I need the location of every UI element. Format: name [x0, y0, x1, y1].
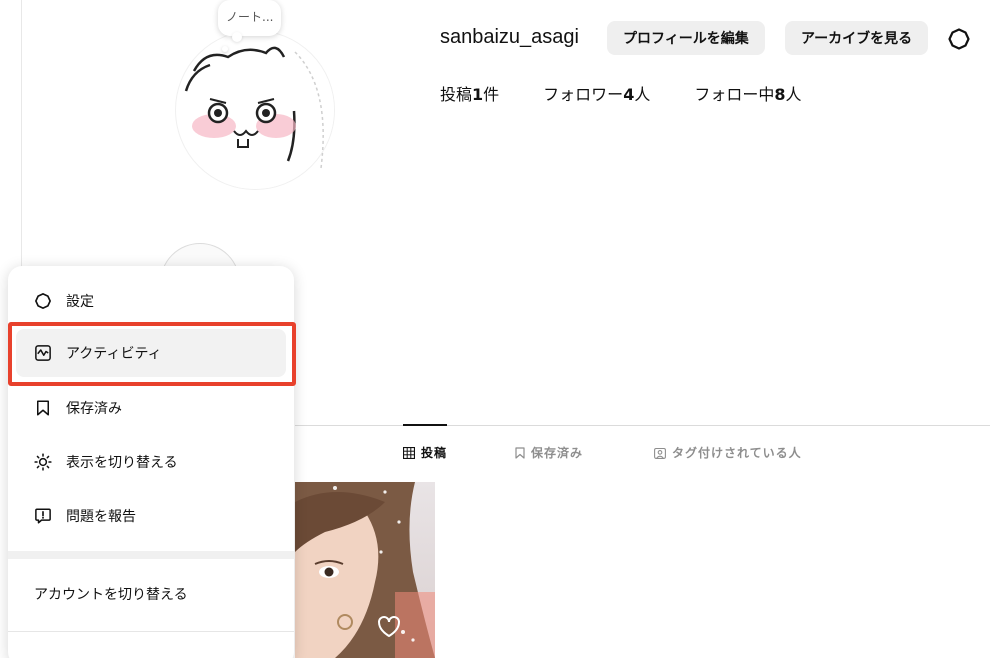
- tab-saved[interactable]: 保存済み: [515, 444, 583, 461]
- menu-separator: [8, 551, 294, 559]
- tab-posts-label: 投稿: [421, 446, 448, 460]
- avatar-ring-decoration: [294, 51, 324, 169]
- more-options-menu: 設定 アクティビティ 保存済み 表示を切り替える 問題を報告 アカウントを切り替…: [8, 266, 294, 658]
- menu-item-label: 設定: [66, 294, 94, 310]
- menu-item-activity[interactable]: アクティビティ: [16, 329, 286, 377]
- view-archive-button[interactable]: アーカイブを見る: [785, 21, 929, 55]
- activity-icon: [35, 345, 51, 361]
- bookmark-icon: [37, 400, 49, 416]
- profile-stats: 投稿1件 フォロワー4人 フォロー中8人: [440, 81, 802, 105]
- grid-icon: [403, 446, 415, 459]
- active-tab-indicator: [403, 424, 447, 426]
- gear-icon: [35, 293, 51, 309]
- tab-saved-label: 保存済み: [531, 446, 584, 460]
- tab-divider: [295, 425, 990, 426]
- menu-item-switch-account[interactable]: アカウントを切り替える: [16, 570, 286, 618]
- stat-following[interactable]: フォロー中8人: [694, 81, 801, 105]
- tab-tagged[interactable]: タグ付けされている人: [654, 444, 802, 461]
- menu-item-logout-cutoff[interactable]: [34, 650, 38, 658]
- stat-followers[interactable]: フォロワー4人: [543, 81, 650, 105]
- menu-item-label: 問題を報告: [66, 509, 136, 525]
- profile-username: sanbaizu_asagi: [440, 26, 579, 48]
- sun-icon: [34, 453, 52, 471]
- stat-posts[interactable]: 投稿1件: [440, 81, 499, 105]
- edit-profile-button[interactable]: プロフィールを編集: [607, 21, 765, 55]
- post-thumbnail[interactable]: [295, 482, 435, 658]
- bookmark-icon: [515, 446, 525, 459]
- menu-item-report-problem[interactable]: 問題を報告: [16, 492, 286, 540]
- menu-item-switch-appearance[interactable]: 表示を切り替える: [16, 438, 286, 486]
- menu-item-saved[interactable]: 保存済み: [16, 384, 286, 432]
- sidebar-divider: [21, 0, 22, 300]
- tab-posts[interactable]: 投稿: [403, 444, 447, 461]
- menu-item-settings[interactable]: 設定: [16, 277, 286, 325]
- gear-icon[interactable]: [947, 27, 971, 51]
- profile-avatar[interactable]: [175, 30, 337, 190]
- note-bubble-tail: [222, 46, 228, 52]
- menu-divider: [8, 631, 294, 632]
- report-icon: [35, 508, 51, 524]
- tagged-user-icon: [654, 447, 666, 459]
- menu-item-label: 保存済み: [66, 401, 122, 417]
- menu-item-label: アクティビティ: [66, 346, 162, 362]
- menu-item-label: 表示を切り替える: [66, 455, 178, 471]
- post-photo: [295, 482, 435, 658]
- note-bubble[interactable]: ノート...: [218, 0, 282, 42]
- tab-tagged-label: タグ付けされている人: [672, 446, 802, 460]
